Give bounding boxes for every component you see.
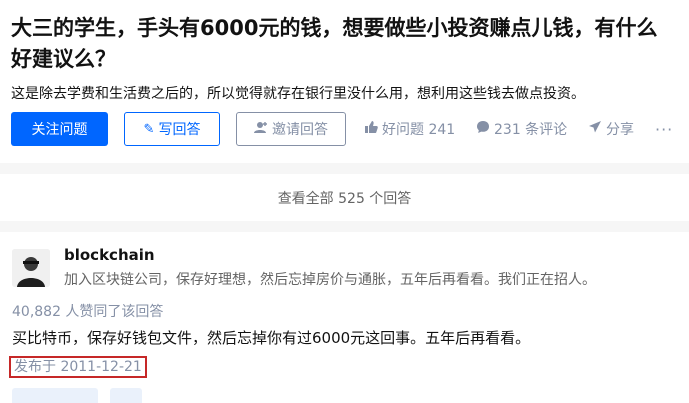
thumbs-up-icon bbox=[364, 120, 378, 138]
answer-content[interactable]: 买比特币，保存好钱包文件，然后忘掉你有过6000元这回事。五年后再看看。 bbox=[12, 327, 530, 348]
invite-answer-button[interactable]: 邀请回答 bbox=[236, 112, 346, 146]
more-options-button[interactable]: ··· bbox=[655, 112, 673, 146]
pencil-icon: ✎ bbox=[143, 121, 155, 137]
avatar[interactable] bbox=[12, 249, 50, 287]
share-label: 分享 bbox=[606, 122, 634, 138]
comments-button[interactable]: 231 条评论 bbox=[476, 112, 567, 146]
add-user-icon bbox=[254, 121, 268, 138]
share-button[interactable]: 分享 bbox=[588, 112, 634, 146]
voters-count: 40,882 人赞同了该回答 bbox=[12, 304, 164, 320]
paper-plane-icon bbox=[588, 120, 602, 138]
write-answer-button[interactable]: ✎ 写回答 bbox=[124, 112, 220, 146]
comment-bubble-icon bbox=[476, 120, 490, 138]
author-bio: 加入区块链公司，保存好理想，然后忘掉房价与通胀，五年后再看看。我们正在招人。 bbox=[64, 272, 596, 288]
vote-down-button[interactable] bbox=[110, 388, 142, 403]
more-icon: ··· bbox=[655, 119, 674, 139]
view-all-answers-label: 查看全部 525 个回答 bbox=[277, 190, 412, 207]
question-card: 大三的学生，手头有6000元的钱，想要做些小投资赚点儿钱，有什么好建议么？ 这是… bbox=[0, 0, 689, 163]
good-question-label: 好问题 241 bbox=[382, 122, 456, 138]
follow-question-label: 关注问题 bbox=[31, 122, 88, 138]
invite-answer-label: 邀请回答 bbox=[272, 122, 328, 138]
good-question-button[interactable]: 好问题 241 bbox=[364, 112, 455, 146]
question-title[interactable]: 大三的学生，手头有6000元的钱，想要做些小投资赚点儿钱，有什么好建议么？ bbox=[11, 13, 671, 75]
question-actions: 关注问题 ✎ 写回答 邀请回答 好问题 241 231 条评论 分享 ··· bbox=[11, 112, 681, 146]
vote-up-button[interactable] bbox=[12, 388, 98, 403]
question-detail: 这是除去学费和生活费之后的，所以觉得就存在银行里没什么用，想利用这些钱去做点投资… bbox=[11, 86, 585, 102]
comments-label: 231 条评论 bbox=[494, 122, 568, 138]
view-all-answers-button[interactable]: 查看全部 525 个回答 bbox=[0, 174, 689, 221]
published-date[interactable]: 发布于 2011-12-21 bbox=[9, 356, 147, 378]
write-answer-label: 写回答 bbox=[158, 122, 201, 138]
answer-card: blockchain 加入区块链公司，保存好理想，然后忘掉房价与通胀，五年后再看… bbox=[0, 232, 689, 403]
follow-question-button[interactable]: 关注问题 bbox=[11, 112, 108, 146]
author-name[interactable]: blockchain bbox=[64, 246, 155, 264]
